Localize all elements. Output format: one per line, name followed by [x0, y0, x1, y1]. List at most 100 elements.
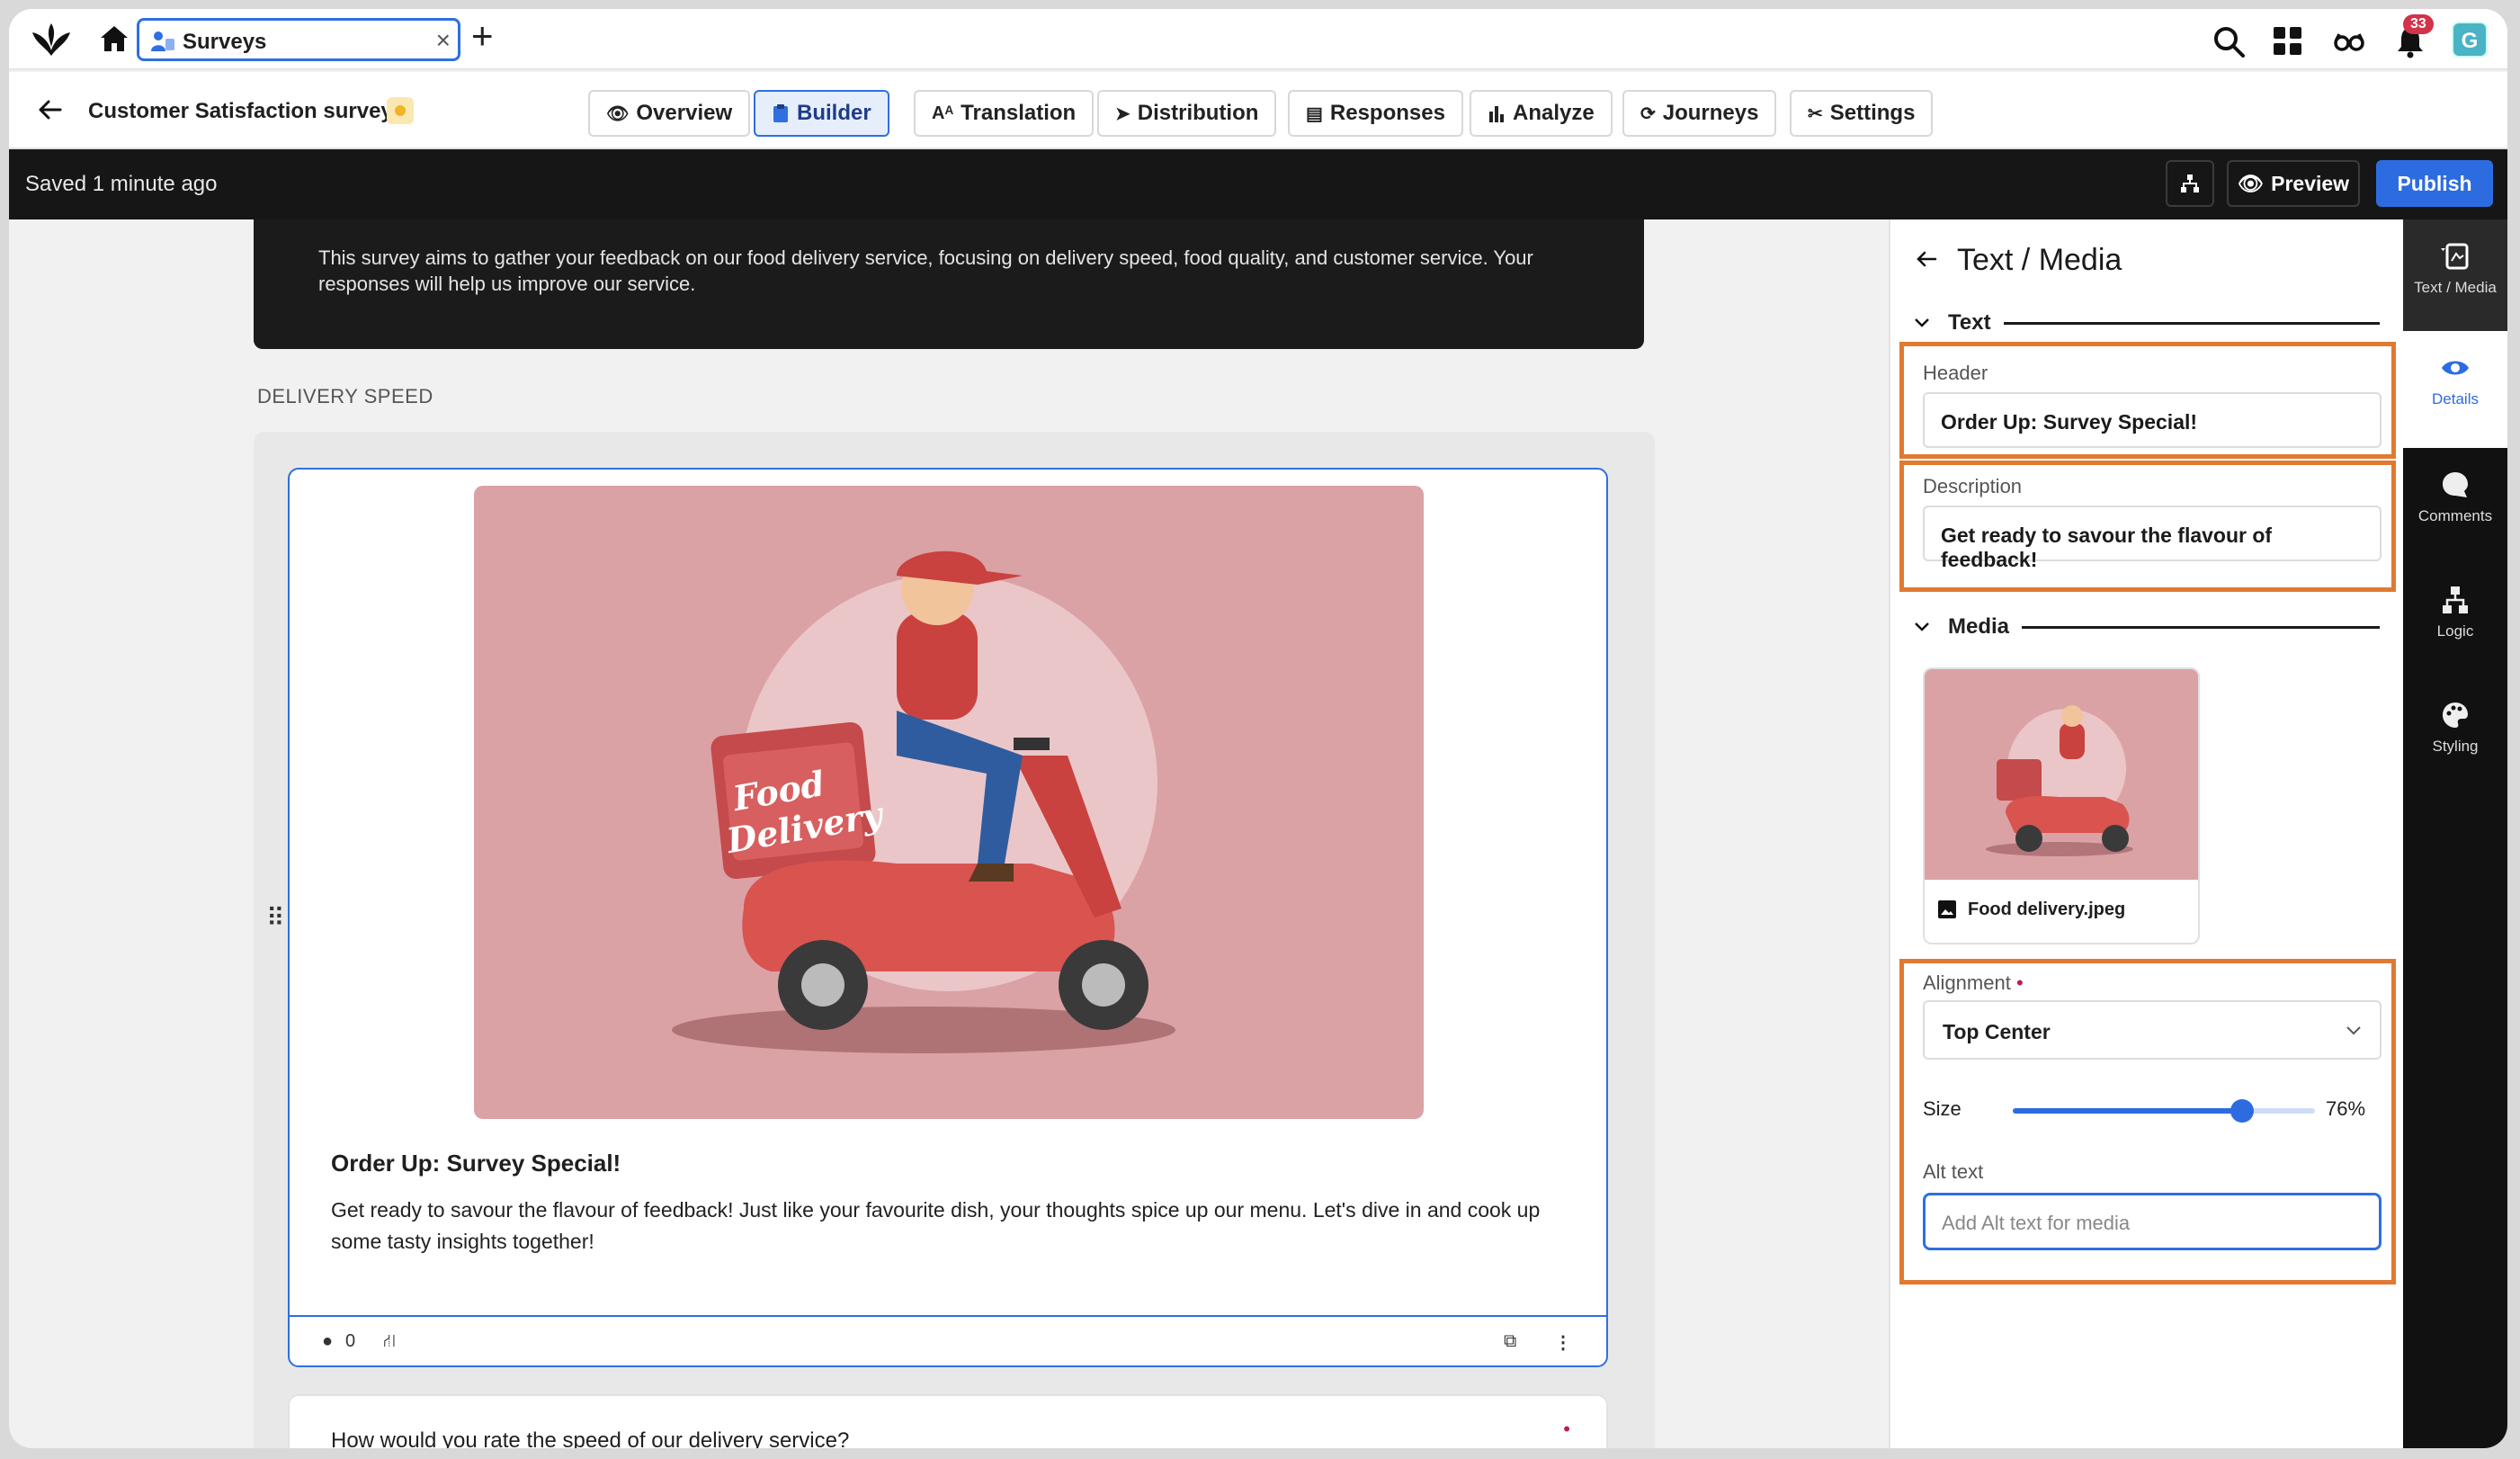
- size-value: 76%: [2326, 1097, 2366, 1120]
- tab-surveys[interactable]: Surveys ×: [137, 18, 460, 61]
- size-slider-fill: [2013, 1108, 2243, 1114]
- section-label: DELIVERY SPEED: [257, 385, 433, 407]
- translate-icon: Aᴬ: [932, 103, 954, 123]
- size-slider[interactable]: [2013, 1099, 2315, 1123]
- home-icon[interactable]: [97, 22, 131, 56]
- sprinklr-logo-icon[interactable]: [29, 20, 74, 59]
- question-card[interactable]: How would you rate the speed of our deli…: [288, 1394, 1608, 1448]
- preview-label: Preview: [2271, 171, 2350, 195]
- alignment-select[interactable]: Top Center: [1923, 1000, 2381, 1060]
- back-arrow-icon[interactable]: [36, 95, 65, 124]
- builder-canvas: This survey aims to gather your feedback…: [9, 219, 1889, 1448]
- rail-label: Details: [2432, 390, 2479, 407]
- tab-label: Responses: [1329, 101, 1445, 125]
- delivery-scooter-illustration: Food Delivery: [672, 550, 1175, 1053]
- send-icon: ➤: [1115, 103, 1130, 124]
- journey-icon: ⟳: [1640, 103, 1656, 124]
- tab-label: Distribution: [1137, 101, 1259, 125]
- tab-settings[interactable]: ✂ Settings: [1790, 90, 1934, 137]
- card-description: Get ready to savour the flavour of feedb…: [331, 1198, 1541, 1253]
- alt-text-input[interactable]: Add Alt text for media: [1923, 1193, 2381, 1250]
- food-delivery-image: Food Delivery: [474, 486, 1424, 1119]
- rail-text-media[interactable]: Text / Media: [2403, 219, 2507, 331]
- logic-icon[interactable]: ⛙: [383, 1331, 396, 1354]
- media-section-header[interactable]: Media: [1912, 613, 2380, 640]
- logic-icon: [2443, 586, 2468, 613]
- properties-panel: Text / Media Text Header Order Up: Surve…: [1889, 219, 2403, 1448]
- alignment-label: Alignment •: [1923, 971, 2024, 995]
- survey-nav-bar: Customer Satisfaction survey 👁 Overview B…: [9, 72, 2507, 149]
- text-media-icon: [2441, 243, 2469, 270]
- header-input[interactable]: Order Up: Survey Special!: [1923, 392, 2381, 448]
- close-tab-icon[interactable]: ×: [436, 26, 451, 55]
- comment-icon[interactable]: ●: [322, 1331, 333, 1352]
- rail-logic[interactable]: Logic: [2403, 563, 2507, 675]
- comment-count: 0: [345, 1331, 356, 1351]
- tab-label: Builder: [797, 101, 871, 125]
- avatar[interactable]: G: [2452, 22, 2488, 58]
- builder-icon: [773, 104, 788, 122]
- top-bar: Surveys × + 33 G: [9, 9, 2507, 70]
- tab-translation[interactable]: Aᴬ Translation: [914, 90, 1095, 137]
- chevron-down-icon: [1915, 318, 1929, 327]
- tab-builder[interactable]: Builder: [754, 90, 889, 137]
- media-filename: Food delivery.jpeg: [1968, 900, 2126, 919]
- section-title: Text: [1948, 310, 1991, 335]
- rail-label: Logic: [2436, 622, 2474, 640]
- question-text: How would you rate the speed of our deli…: [331, 1428, 850, 1448]
- text-media-card[interactable]: Food Delivery Order Up: Survey Special! …: [288, 468, 1608, 1367]
- right-rail: Text / Media Details Comments Logic Styl…: [2403, 219, 2507, 1448]
- size-label: Size: [1923, 1097, 1961, 1120]
- survey-intro: This survey aims to gather your feedback…: [254, 219, 1644, 349]
- header-label: Header: [1923, 362, 1988, 384]
- tab-analyze[interactable]: Analyze: [1470, 90, 1613, 137]
- tab-label: Analyze: [1513, 101, 1595, 125]
- status-dot-badge: [387, 97, 414, 124]
- glasses-icon[interactable]: [2331, 23, 2367, 59]
- app-window: Surveys × + 33 G Customer Satisfaction s…: [9, 9, 2507, 1448]
- tab-responses[interactable]: ▤ Responses: [1288, 90, 1463, 137]
- rail-styling[interactable]: Styling: [2403, 678, 2507, 790]
- tab-journeys[interactable]: ⟳ Journeys: [1622, 90, 1777, 137]
- list-icon: ▤: [1306, 103, 1323, 124]
- panel-title: Text / Media: [1957, 243, 2122, 277]
- rail-label: Styling: [2432, 738, 2479, 755]
- notification-badge: 33: [2403, 14, 2434, 34]
- tab-label: Journeys: [1662, 101, 1759, 125]
- palette-icon: [2443, 703, 2468, 728]
- media-thumbnail[interactable]: Food delivery.jpeg: [1923, 667, 2200, 944]
- apps-grid-icon[interactable]: [2270, 23, 2306, 59]
- section-divider: [2022, 625, 2380, 629]
- duplicate-icon[interactable]: ⧉: [1504, 1331, 1516, 1352]
- preview-button[interactable]: 👁 Preview: [2227, 160, 2360, 207]
- bar-chart-icon: [1489, 106, 1504, 122]
- new-tab-button[interactable]: +: [471, 16, 494, 56]
- back-arrow-icon[interactable]: [1914, 246, 1939, 272]
- search-icon[interactable]: [2211, 23, 2247, 59]
- card-title: Order Up: Survey Special!: [331, 1150, 621, 1177]
- text-section-header[interactable]: Text: [1912, 309, 2380, 336]
- rail-label: Comments: [2417, 507, 2493, 524]
- media-thumbnail-image: [1925, 669, 2198, 880]
- alignment-value: Top Center: [1943, 1020, 2051, 1043]
- eye-icon: 👁: [606, 103, 630, 124]
- tab-distribution[interactable]: ➤ Distribution: [1097, 90, 1277, 137]
- required-indicator: •: [1563, 1418, 1570, 1440]
- tab-overview[interactable]: 👁 Overview: [588, 90, 751, 137]
- description-input[interactable]: Get ready to savour the flavour of feedb…: [1923, 506, 2381, 571]
- comment-icon: [2443, 472, 2468, 497]
- rail-comments[interactable]: Comments: [2403, 448, 2507, 559]
- publish-button[interactable]: Publish: [2376, 160, 2493, 207]
- saved-status: Saved 1 minute ago: [25, 172, 218, 196]
- rail-label: Text / Media: [2414, 279, 2497, 296]
- drag-handle-icon[interactable]: ⠿: [266, 903, 285, 933]
- section-title: Media: [1948, 614, 2010, 639]
- survey-title: Customer Satisfaction survey: [88, 99, 393, 123]
- rail-details[interactable]: Details: [2403, 331, 2507, 448]
- more-options-icon[interactable]: ⋮: [1554, 1331, 1572, 1354]
- alt-text-label: Alt text: [1923, 1160, 1984, 1183]
- alignment-label-text: Alignment: [1923, 971, 2011, 994]
- logic-map-button[interactable]: [2166, 160, 2214, 207]
- save-status-bar: Saved 1 minute ago 👁 Preview Publish: [9, 149, 2507, 219]
- hierarchy-icon: [2181, 175, 2199, 192]
